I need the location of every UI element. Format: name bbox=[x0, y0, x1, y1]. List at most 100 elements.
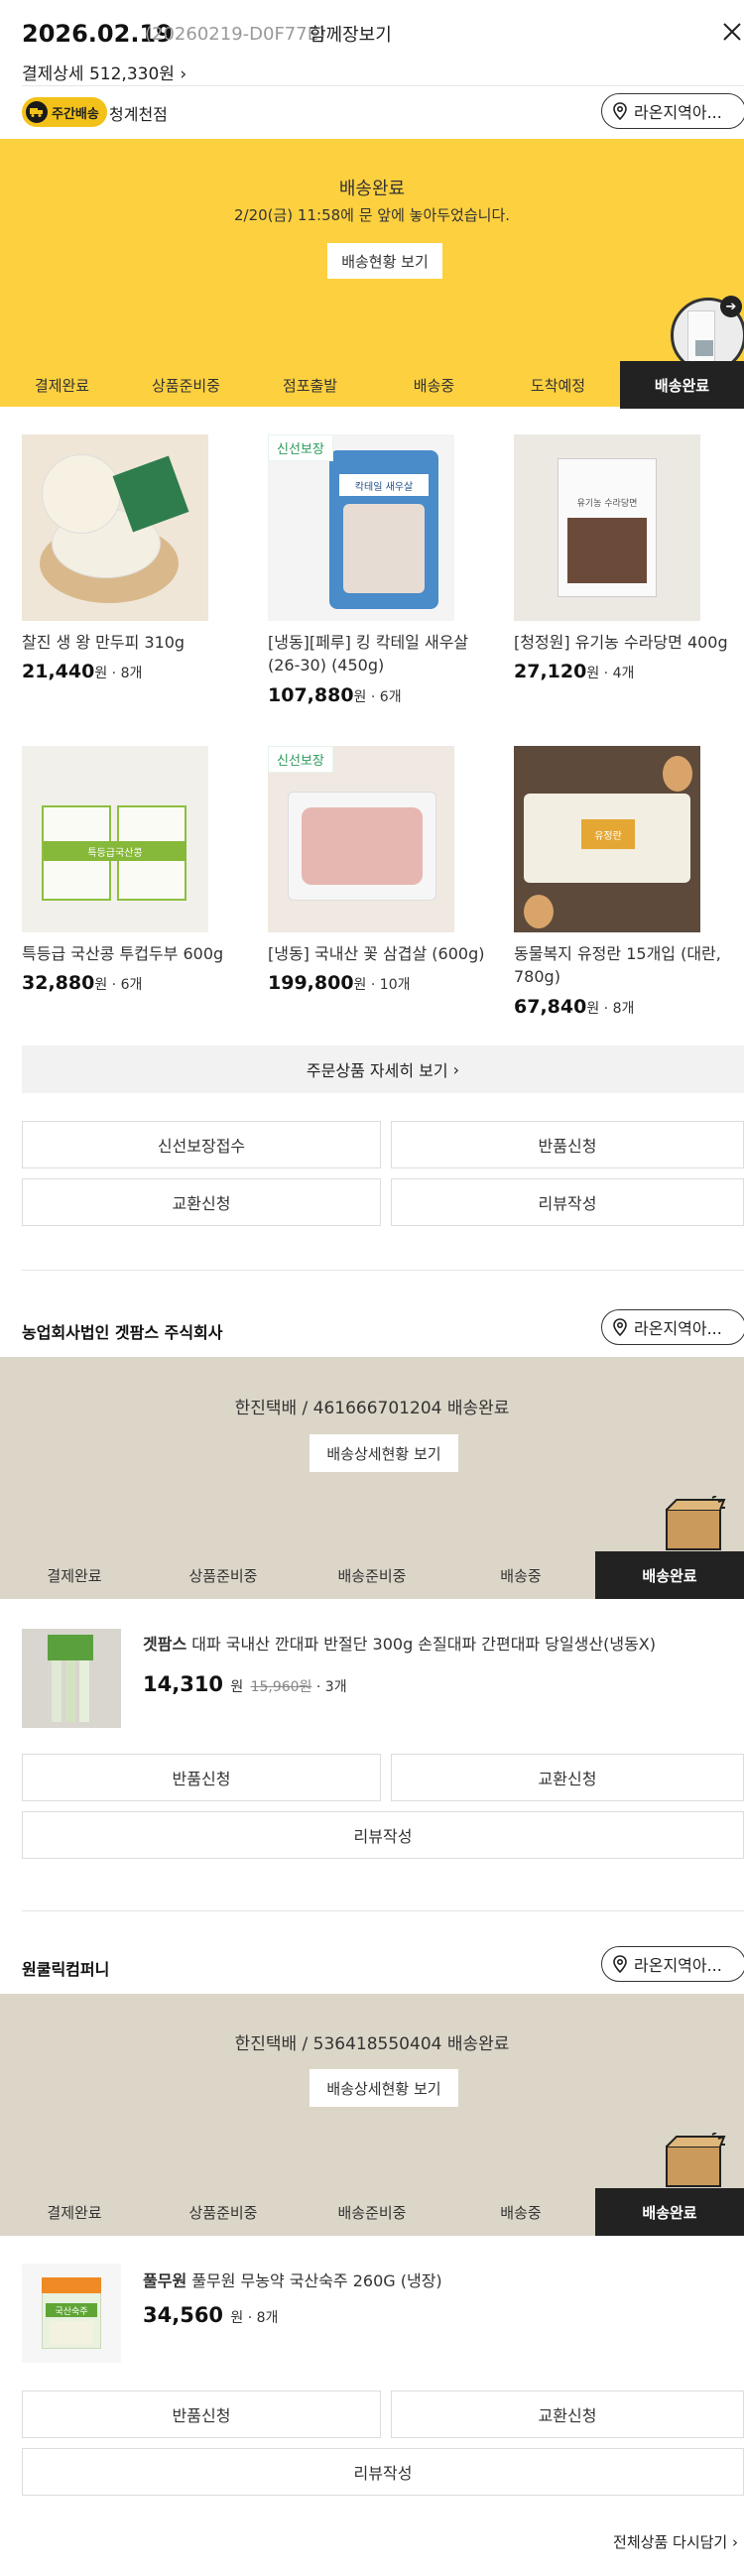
product-name: 찰진 생 왕 만두피 310g bbox=[22, 633, 186, 652]
step-2: 상품준비중 bbox=[188, 2203, 258, 2222]
product-price: 67,840 bbox=[514, 996, 587, 1018]
order-detail-button[interactable]: 주문상품 자세히 보기 › bbox=[22, 1045, 744, 1093]
product-price-row: 27,120원 · 4개 bbox=[514, 661, 635, 682]
return-request-button[interactable]: 반품신청 bbox=[22, 1754, 381, 1801]
step-3: 배송준비중 bbox=[337, 2203, 407, 2222]
step-5-current: 배송완료 bbox=[595, 2188, 744, 2236]
write-review-button[interactable]: 리뷰작성 bbox=[22, 1811, 744, 1859]
step-4: 배송중 bbox=[500, 1566, 542, 1585]
product-image[interactable] bbox=[22, 1629, 121, 1728]
branch-name: 청계천점 bbox=[109, 105, 168, 124]
product-price-row: 34,560 원 · 8개 bbox=[143, 2303, 279, 2327]
product-title[interactable]: 풀무원 풀무원 무농약 국산숙주 260G (냉장) bbox=[143, 2269, 738, 2293]
product-qty: 6개 bbox=[379, 689, 402, 705]
order-detail-label: 주문상품 자세히 보기 bbox=[306, 1061, 448, 1080]
weekly-delivery-label: 주간배송 bbox=[52, 106, 99, 122]
together-shopping-link[interactable]: 함께장보기 bbox=[310, 21, 392, 47]
location-button[interactable]: 라온지역아... bbox=[601, 93, 744, 129]
product-qty: 8개 bbox=[120, 666, 143, 681]
price-unit: 원 bbox=[586, 666, 600, 681]
weekly-delivery-badge: 주간배송 bbox=[22, 97, 107, 127]
product-card[interactable]: 칵테일 새우살 신선보장 bbox=[268, 434, 454, 621]
banner-message: 2/20(금) 11:58에 문 앞에 놓아두었습니다. bbox=[233, 206, 511, 224]
package-label: 특등급국산콩 bbox=[44, 841, 186, 861]
price-unit: 원 bbox=[230, 2310, 244, 2326]
reorder-all-label: 전체상품 다시담기 bbox=[613, 2533, 728, 2551]
product-name: [냉동] 국내산 꽃 삼겹살 (600g) bbox=[268, 944, 485, 963]
product-image: 특등급국산콩 bbox=[22, 746, 208, 932]
product-price-row: 107,880원 · 6개 bbox=[268, 684, 402, 706]
step-3: 점포출발 bbox=[282, 376, 338, 395]
tracking-detail-button[interactable]: 배송상세현황 보기 bbox=[310, 2069, 458, 2107]
product-image bbox=[22, 434, 208, 621]
exchange-request-button[interactable]: 교환신청 bbox=[391, 1754, 744, 1801]
arrow-right-icon[interactable]: ➔ bbox=[720, 296, 742, 317]
package-label: 유정란 bbox=[581, 819, 635, 849]
tracking-info: 한진택배 / 536418550404 배송완료 bbox=[234, 2034, 510, 2054]
fresh-guarantee-badge: 신선보장 bbox=[268, 434, 333, 461]
location-label: 라온지역아... bbox=[634, 103, 722, 122]
product-price-row: 199,800원 · 10개 bbox=[268, 972, 411, 994]
write-review-button[interactable]: 리뷰작성 bbox=[391, 1178, 744, 1226]
product-name: 동물복지 유정란 15개입 (대란, 780g) bbox=[514, 944, 721, 986]
package-label: 국산숙주 bbox=[46, 2303, 97, 2317]
product-image: 칵테일 새우살 bbox=[268, 434, 454, 621]
product-qty: 6개 bbox=[120, 977, 143, 993]
seller-delivery-steps: 결제완료 상품준비중 배송준비중 배송중 배송완료 bbox=[0, 1551, 744, 1599]
step-3: 배송준비중 bbox=[337, 1566, 407, 1585]
seller-delivery-steps: 결제완료 상품준비중 배송준비중 배송중 배송완료 bbox=[0, 2188, 744, 2236]
location-button[interactable]: 라온지역아... bbox=[601, 1309, 744, 1345]
seller-name: 농업회사법인 겟팜스 주식회사 bbox=[22, 1323, 223, 1342]
write-review-button[interactable]: 리뷰작성 bbox=[22, 2448, 744, 2496]
chevron-right-icon: › bbox=[180, 64, 187, 84]
close-icon[interactable] bbox=[722, 22, 742, 42]
delivery-status-button[interactable]: 배송현황 보기 bbox=[327, 243, 442, 279]
product-price: 21,440 bbox=[22, 661, 95, 682]
step-1: 결제완료 bbox=[47, 1566, 102, 1585]
location-pin-icon bbox=[613, 102, 627, 120]
product-card[interactable]: 신선보장 bbox=[268, 746, 454, 932]
product-card[interactable] bbox=[22, 434, 208, 621]
price-unit: 원 bbox=[586, 1001, 600, 1017]
location-label: 라온지역아... bbox=[634, 1319, 722, 1338]
delivery-icon bbox=[26, 101, 48, 123]
step-5: 도착예정 bbox=[530, 376, 586, 395]
product-image[interactable]: 국산숙주 bbox=[22, 2264, 121, 2363]
chevron-right-icon: › bbox=[452, 1059, 460, 1079]
location-pin-icon bbox=[613, 1318, 627, 1336]
tracking-detail-button[interactable]: 배송상세현황 보기 bbox=[310, 1434, 458, 1472]
fresh-guarantee-badge: 신선보장 bbox=[268, 746, 333, 773]
price-unit: 원 bbox=[94, 977, 108, 993]
location-button[interactable]: 라온지역아... bbox=[601, 1946, 744, 1982]
return-request-button[interactable]: 반품신청 bbox=[22, 2391, 381, 2438]
product-qty: 3개 bbox=[324, 1679, 347, 1695]
exchange-request-button[interactable]: 교환신청 bbox=[391, 2391, 744, 2438]
step-5-current: 배송완료 bbox=[595, 1551, 744, 1599]
product-title[interactable]: 겟팜스 대파 국내산 깐대파 반절단 300g 손질대파 간편대파 당일생산(냉… bbox=[143, 1633, 738, 1656]
payment-detail-link[interactable]: 결제상세 512,330원 › bbox=[22, 60, 186, 84]
product-image bbox=[268, 746, 454, 932]
reorder-all-link[interactable]: 전체상품 다시담기 › bbox=[613, 2531, 738, 2552]
product-price: 32,880 bbox=[22, 972, 95, 994]
seller-name: 원쿨릭컴퍼니 bbox=[22, 1960, 110, 1979]
price-unit: 원 bbox=[353, 689, 367, 705]
fresh-guarantee-claim-button[interactable]: 신선보장접수 bbox=[22, 1121, 381, 1168]
product-image: 유정란 bbox=[514, 746, 700, 932]
exchange-request-button[interactable]: 교환신청 bbox=[22, 1178, 381, 1226]
product-qty: 10개 bbox=[379, 977, 411, 993]
return-request-button[interactable]: 반품신청 bbox=[391, 1121, 744, 1168]
package-label: 유기농 수라당면 bbox=[576, 499, 638, 509]
product-name: [청정원] 유기농 수라당면 400g bbox=[514, 633, 728, 652]
step-4: 배송중 bbox=[500, 2203, 542, 2222]
product-card[interactable]: 특등급국산콩 bbox=[22, 746, 208, 932]
product-qty: 4개 bbox=[612, 666, 635, 681]
product-price: 14,310 bbox=[143, 1672, 224, 1696]
product-name: 풀무원 무농약 국산숙주 260G (냉장) bbox=[191, 2271, 442, 2290]
product-card[interactable]: 유정란 bbox=[514, 746, 700, 932]
product-card[interactable]: 유기농 수라당면 bbox=[514, 434, 700, 621]
location-pin-icon bbox=[613, 1955, 627, 1973]
step-4: 배송중 bbox=[413, 376, 455, 395]
product-price-row: 32,880원 · 6개 bbox=[22, 972, 143, 994]
step-1: 결제완료 bbox=[47, 2203, 102, 2222]
product-price: 27,120 bbox=[514, 661, 587, 682]
